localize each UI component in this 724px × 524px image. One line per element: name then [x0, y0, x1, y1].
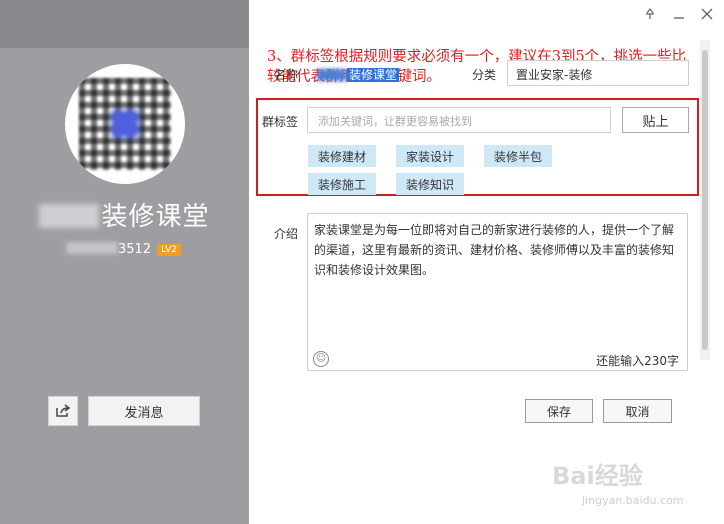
intro-label: 介绍 [274, 227, 299, 241]
redacted-name-part [39, 204, 100, 228]
category-select[interactable]: 置业安家-装修 [507, 60, 689, 86]
intro-text: 家装课堂是为每一位即将对自己的新家进行装修的人，提供一个了解的渠道，这里有最新的… [314, 223, 675, 277]
share-button[interactable] [48, 396, 78, 426]
send-message-button[interactable]: 发消息 [88, 396, 200, 426]
name-label: 名称 [274, 68, 299, 82]
minimize-icon[interactable] [671, 8, 687, 24]
intro-textarea[interactable]: 家装课堂是为每一位即将对自己的新家进行装修的人，提供一个了解的渠道，这里有最新的… [307, 213, 688, 371]
group-avatar [65, 64, 185, 184]
level-badge: LV2 [157, 244, 182, 256]
cancel-button[interactable]: 取消 [603, 399, 672, 423]
emoji-icon[interactable]: ☺ [313, 351, 329, 367]
scrollbar[interactable] [700, 40, 710, 360]
save-button[interactable]: 保存 [525, 399, 593, 423]
group-id-text: 512 [126, 242, 152, 257]
name-input[interactable]: 装修课堂 [308, 60, 456, 86]
group-name-text: 装修课堂 [101, 202, 210, 232]
redacted-name-part [317, 69, 347, 81]
minimize-icon-glyph [674, 17, 684, 19]
share-icon [56, 404, 71, 417]
watermark-url: jingyan.baidu.com [582, 494, 684, 507]
tag-chip[interactable]: 装修知识 [396, 173, 464, 195]
pin-icon[interactable] [642, 8, 658, 24]
name-input-value: 装修课堂 [347, 68, 400, 82]
redacted-id-part [66, 242, 118, 254]
tag-chip[interactable]: 装修半包 [484, 145, 552, 167]
group-name: 装修课堂 [0, 196, 249, 233]
pin-icon-glyph [646, 8, 654, 19]
watermark-logo: Bai经验 [552, 462, 643, 490]
panel-header-strip [0, 0, 249, 48]
category-label: 分类 [472, 68, 497, 82]
tag-chip[interactable]: 家装设计 [396, 145, 464, 167]
close-icon[interactable] [699, 8, 715, 24]
group-profile-panel: 装修课堂 3512 LV2 发消息 [0, 0, 249, 524]
tags-label: 群标签 [262, 115, 299, 129]
close-icon-glyph [701, 8, 713, 20]
tag-input[interactable]: 添加关键词，让群更容易被找到 [307, 107, 611, 133]
group-id: 3512 LV2 [66, 242, 182, 257]
remaining-chars: 还能输入230字 [596, 354, 679, 368]
qr-center-logo [111, 110, 139, 138]
tag-chip[interactable]: 装修建材 [308, 145, 376, 167]
tag-chip[interactable]: 装修施工 [308, 173, 376, 195]
scrollbar-thumb[interactable] [702, 50, 708, 350]
paste-button[interactable]: 贴上 [622, 107, 689, 133]
